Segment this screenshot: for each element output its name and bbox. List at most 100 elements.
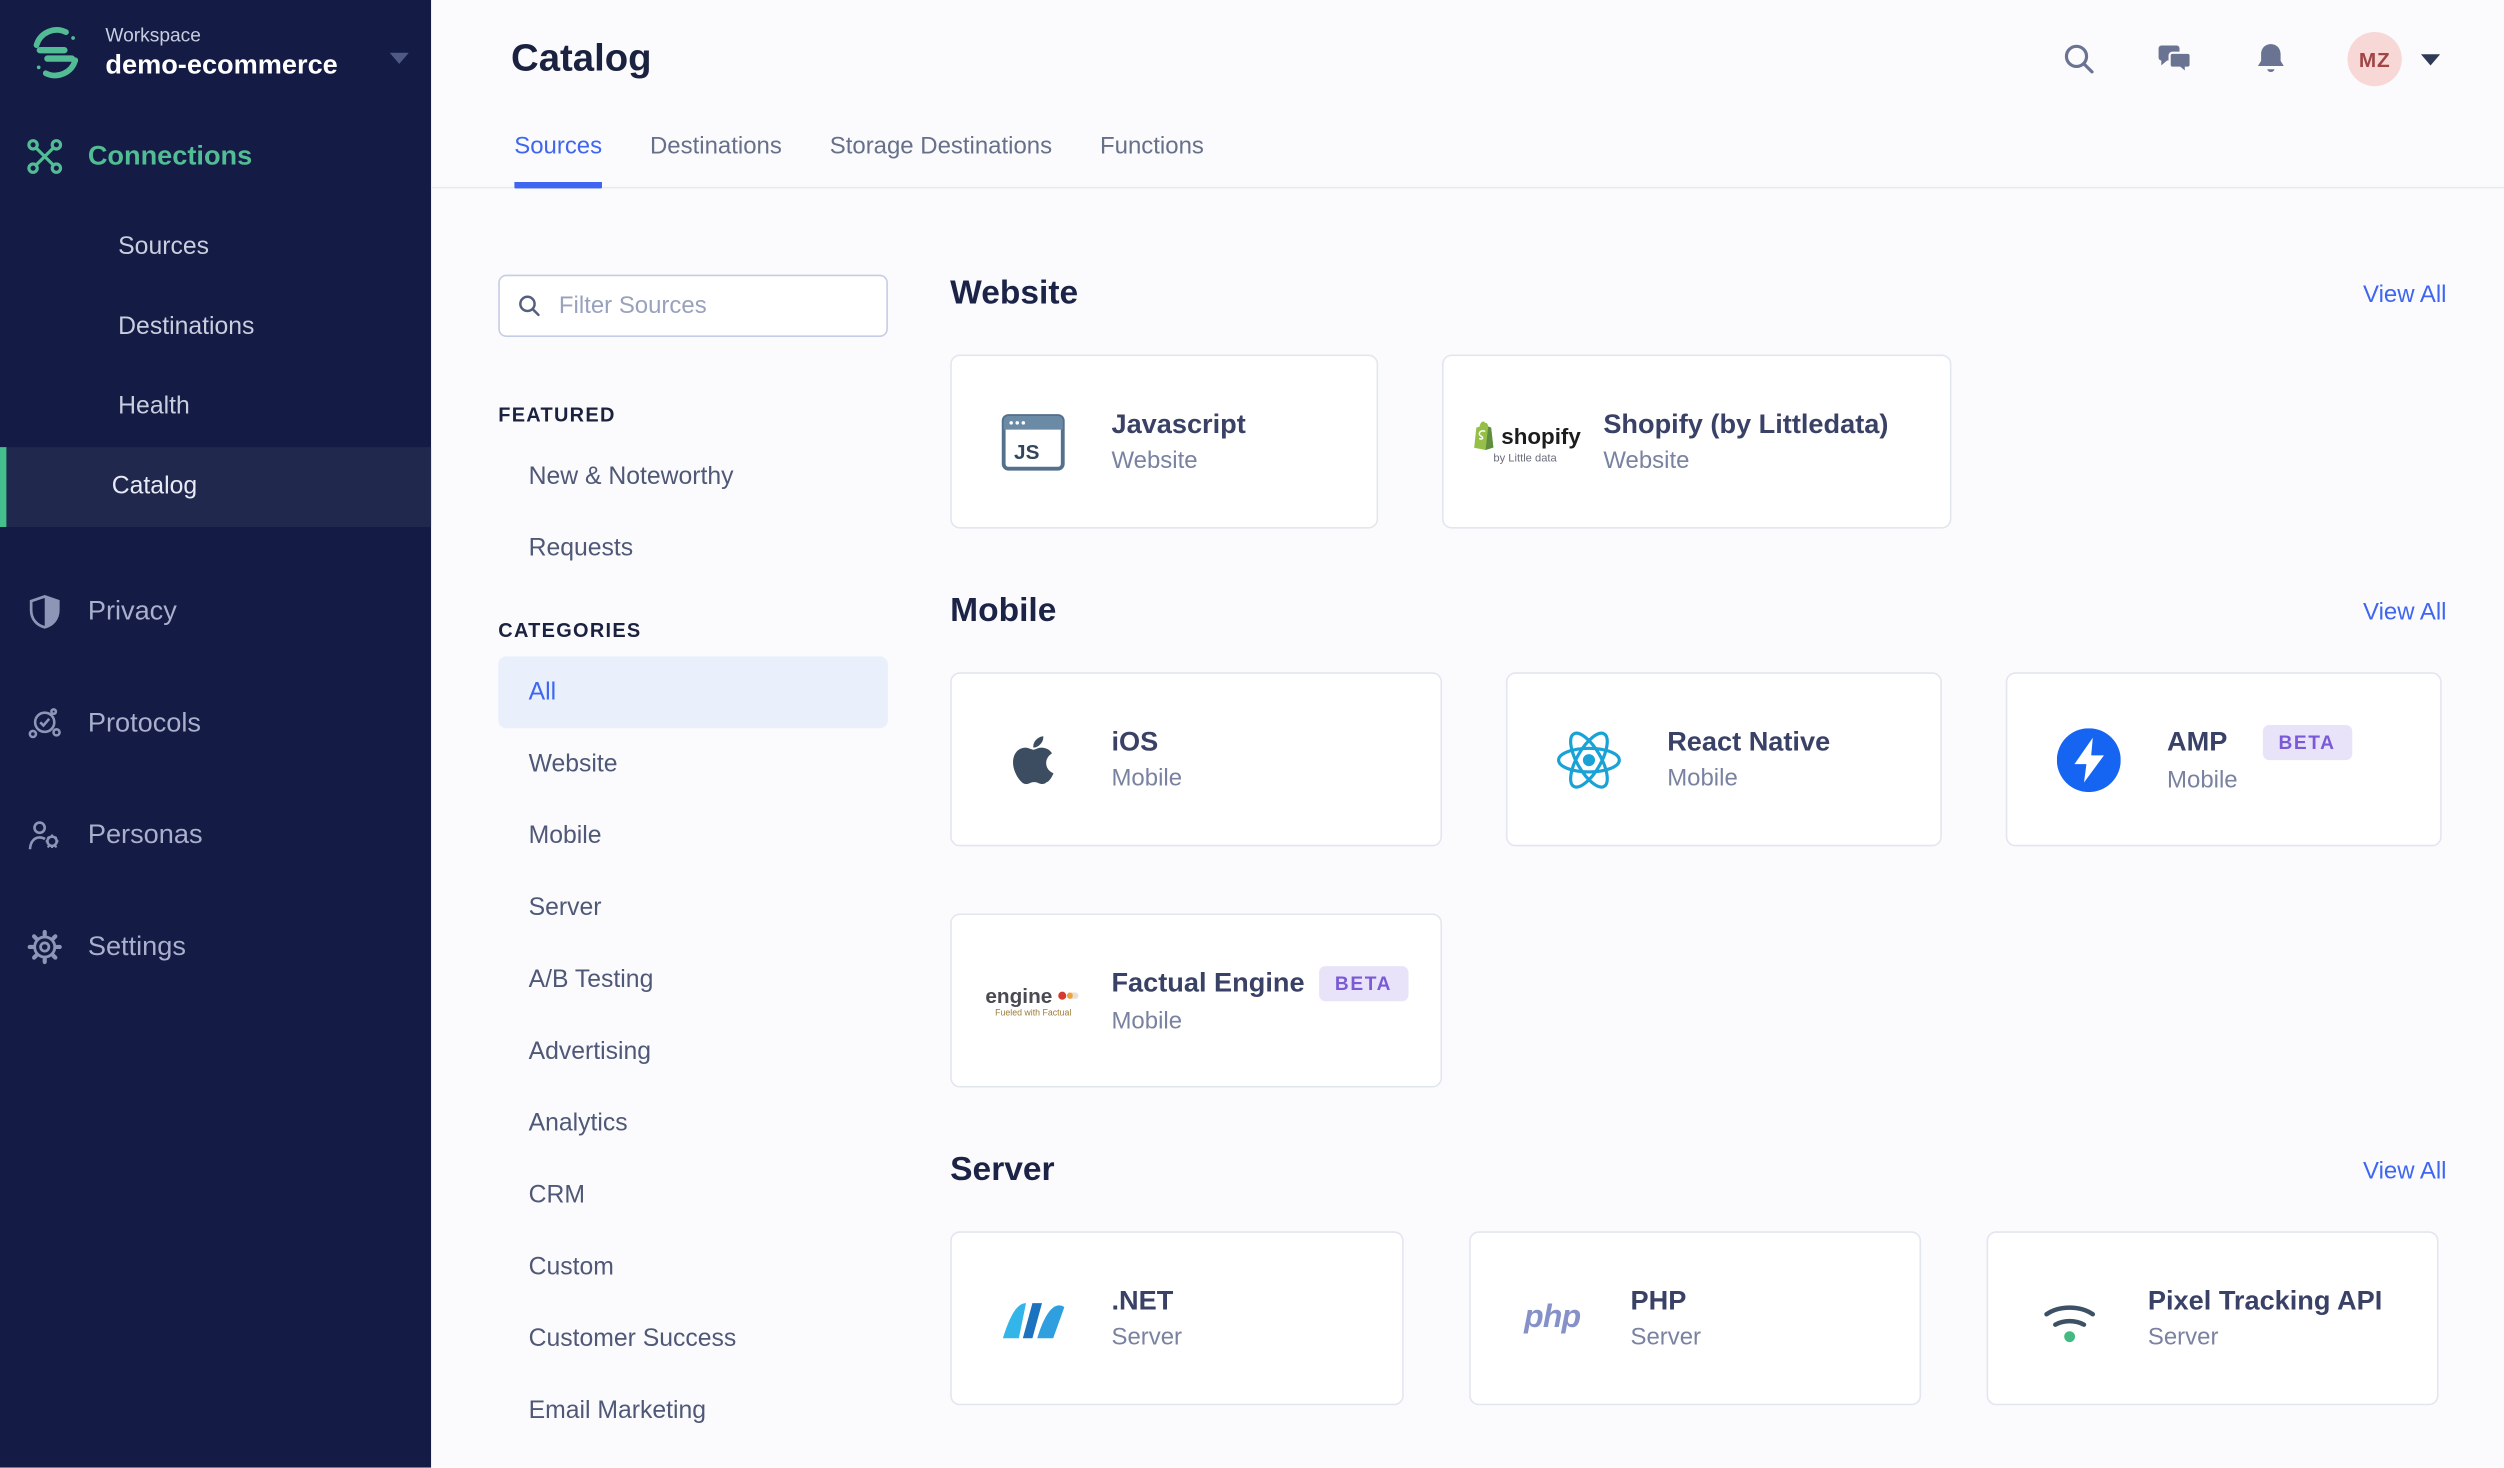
source-category: Website — [1603, 447, 1690, 475]
bell-icon[interactable] — [2252, 40, 2290, 78]
apple-icon — [996, 727, 1069, 791]
source-category: Mobile — [1667, 764, 1738, 793]
view-all-link[interactable]: View All — [2363, 1157, 2446, 1184]
source-name: Shopify (by Littledata) — [1603, 408, 1889, 440]
featured-heading: FEATURED — [498, 404, 616, 427]
php-icon: php — [1515, 1300, 1588, 1337]
category-item-crm[interactable]: CRM — [498, 1159, 888, 1231]
sidebar-item-protocols[interactable]: Protocols — [0, 668, 431, 780]
protocols-icon — [26, 704, 64, 742]
category-item-analytics[interactable]: Analytics — [498, 1088, 888, 1160]
source-category: Website — [1111, 447, 1198, 475]
sidebar-item-personas[interactable]: Personas — [0, 779, 431, 891]
search-icon[interactable] — [2060, 40, 2098, 78]
source-category: Mobile — [2167, 766, 2238, 794]
shield-icon — [26, 592, 64, 630]
category-item-email-marketing[interactable]: Email Marketing — [498, 1375, 888, 1447]
sidebar-item-health[interactable]: Health — [0, 367, 431, 447]
category-item-server[interactable]: Server — [498, 872, 888, 944]
sidebar-item-label: Personas — [87, 819, 203, 850]
chevron-down-icon — [389, 51, 409, 64]
workspace-switcher[interactable]: Workspace demo-ecommerce — [0, 0, 431, 102]
tab-storage-destinations[interactable]: Storage Destinations — [830, 133, 1052, 189]
sidebar-item-connections[interactable]: Connections — [0, 118, 431, 195]
source-card-react-native[interactable]: React Native Mobile — [1505, 672, 1942, 847]
source-card-javascript[interactable]: JS Javascript Website — [950, 354, 1379, 529]
connections-sub-nav: Sources Destinations Health Catalog — [0, 208, 432, 527]
workspace-name: demo-ecommerce — [105, 49, 338, 80]
section-title: Website — [950, 274, 1079, 312]
source-category: Mobile — [1111, 1007, 1183, 1035]
view-all-link[interactable]: View All — [2363, 598, 2446, 625]
source-name: AMP — [2167, 726, 2228, 757]
source-card-dotnet[interactable]: .NET Server — [950, 1231, 1404, 1406]
category-item-ab-testing[interactable]: A/B Testing — [498, 944, 888, 1016]
sidebar-secondary-nav: Privacy Protocols Personas Settings — [0, 556, 431, 1003]
tabbar: Sources Destinations Storage Destination… — [431, 133, 2504, 189]
category-item-custom[interactable]: Custom — [498, 1231, 888, 1303]
category-item-all[interactable]: All — [498, 656, 888, 729]
sidebar-item-label: Connections — [87, 140, 253, 171]
category-item-customer-success[interactable]: Customer Success — [498, 1303, 888, 1375]
sidebar-item-catalog[interactable]: Catalog — [0, 447, 432, 527]
pixel-tracking-api-icon — [2033, 1290, 2106, 1347]
factual-engine-icon: engine Fueled with Factual — [985, 983, 1079, 1018]
source-card-factual-engine[interactable]: engine Fueled with Factual Factual Engin… — [950, 913, 1443, 1088]
category-item-advertising[interactable]: Advertising — [498, 1016, 888, 1088]
category-item-mobile[interactable]: Mobile — [498, 800, 888, 872]
sidebar-item-label: Privacy — [87, 595, 177, 627]
tab-destinations[interactable]: Destinations — [650, 133, 782, 189]
sidebar-item-settings[interactable]: Settings — [0, 891, 431, 1003]
source-category: Server — [2147, 1323, 2219, 1352]
main-area: Catalog MZ Sources Destinations Storage … — [431, 0, 2504, 1468]
dotnet-icon — [996, 1294, 1069, 1342]
source-name: Factual Engine — [1111, 967, 1305, 999]
section-server: Server View All .NET Server php PHP Serv… — [950, 1151, 2447, 1406]
javascript-browser-icon: JS — [996, 413, 1069, 470]
filter-column: FEATURED New & Noteworthy Requests CATEG… — [498, 274, 888, 1468]
avatar[interactable]: MZ — [2347, 31, 2402, 87]
sidebar-item-destinations[interactable]: Destinations — [0, 287, 431, 367]
shopify-caption: by Little data — [1493, 452, 1557, 464]
chat-icon[interactable] — [2156, 40, 2194, 78]
search-icon — [519, 295, 540, 317]
sidebar: Workspace demo-ecommerce Connections Sou… — [0, 0, 432, 1468]
source-category: Mobile — [1111, 764, 1183, 793]
sidebar-item-sources[interactable]: Sources — [0, 208, 431, 288]
connections-icon — [26, 137, 64, 175]
user-menu[interactable]: MZ — [2347, 31, 2441, 87]
segment-logo-icon — [26, 22, 87, 83]
workspace-label: Workspace — [105, 23, 201, 47]
source-card-shopify[interactable]: shopify by Little data Shopify (by Littl… — [1442, 354, 1952, 529]
filter-sources-input[interactable] — [555, 290, 871, 321]
sidebar-item-privacy[interactable]: Privacy — [0, 556, 431, 668]
section-website: Website View All JS Javascript Website s… — [950, 274, 2447, 529]
react-icon — [1552, 724, 1625, 794]
view-all-link[interactable]: View All — [2363, 280, 2446, 307]
section-title: Mobile — [950, 592, 1057, 630]
sidebar-item-label: Protocols — [87, 707, 202, 738]
chevron-down-icon — [2420, 53, 2441, 65]
source-card-ios[interactable]: iOS Mobile — [950, 672, 1443, 847]
beta-badge: BETA — [2262, 725, 2352, 761]
amp-icon — [2052, 727, 2125, 792]
source-card-php[interactable]: php PHP Server — [1469, 1231, 1922, 1406]
section-mobile: Mobile View All iOS Mobile React Native … — [950, 592, 2447, 1088]
tab-sources[interactable]: Sources — [514, 133, 603, 189]
source-name: .NET — [1111, 1285, 1174, 1316]
tab-functions[interactable]: Functions — [1100, 133, 1204, 189]
categories-heading: CATEGORIES — [498, 619, 642, 642]
source-card-pixel-tracking-api[interactable]: Pixel Tracking API Server — [1986, 1231, 2439, 1406]
category-item-website[interactable]: Website — [498, 728, 888, 800]
source-category: Server — [1630, 1323, 1702, 1352]
shopify-icon: shopify by Little data — [1474, 419, 1581, 464]
php-wordmark: php — [1524, 1299, 1581, 1336]
source-name: Javascript — [1111, 408, 1246, 440]
source-name: iOS — [1111, 726, 1159, 757]
beta-badge: BETA — [1318, 966, 1409, 1002]
shopify-wordmark: shopify — [1501, 422, 1581, 448]
featured-item-new-noteworthy[interactable]: New & Noteworthy — [498, 441, 888, 513]
filter-sources-box[interactable] — [498, 274, 888, 337]
source-card-amp[interactable]: AMP BETA Mobile — [2005, 672, 2442, 847]
featured-item-requests[interactable]: Requests — [498, 513, 888, 585]
